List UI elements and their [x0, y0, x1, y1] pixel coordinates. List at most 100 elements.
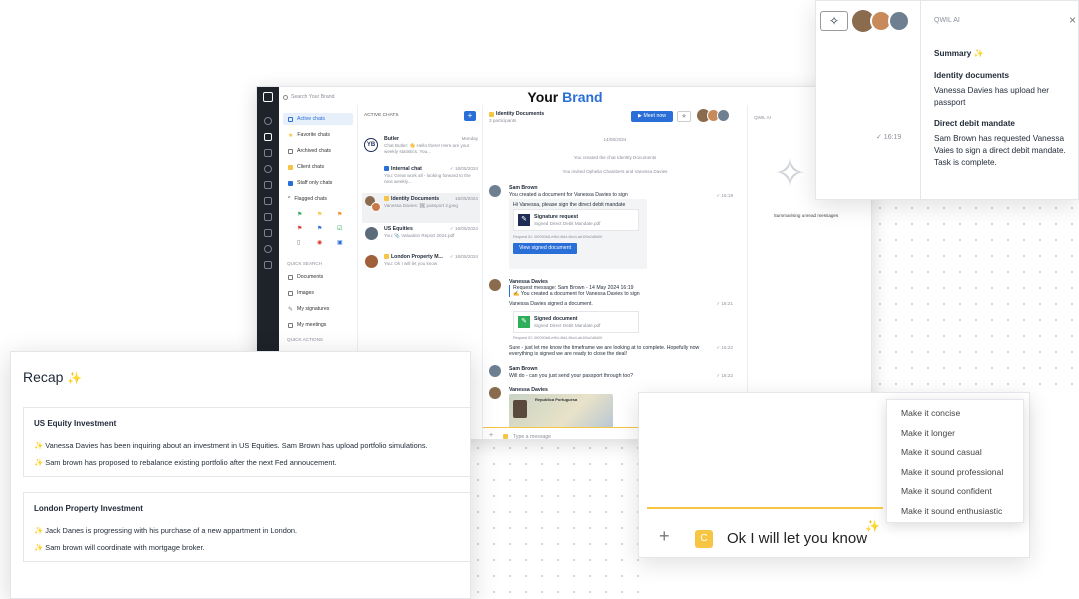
summary-label: Summary	[934, 49, 972, 58]
sidebar-item-label: Active chats	[297, 116, 325, 122]
document-card[interactable]: ✎ Signed document Signed Direct Debit Ma…	[513, 311, 639, 333]
pen-icon: ✎	[288, 306, 294, 313]
list-item[interactable]: Internal chat ✓ 16/05/2024 You: Great wo…	[362, 165, 480, 193]
client-badge-icon: C	[695, 530, 713, 548]
sidebar-item-label: Flagged chats	[294, 196, 327, 202]
thread-date: 14/05/2024	[603, 137, 627, 142]
chat-icon	[288, 116, 293, 122]
close-icon[interactable]: ×	[1069, 13, 1076, 27]
sparkle-icon: ✨	[34, 441, 46, 450]
message-text: Sure - just let me know the timeframe we…	[509, 345, 700, 357]
flag-icon[interactable]: ⚑	[297, 211, 302, 218]
plus-icon[interactable]: +	[489, 432, 493, 439]
chat-icon[interactable]	[264, 133, 272, 141]
sidebar-item-favorite-chats[interactable]: ★ Favorite chats	[283, 129, 353, 141]
menu-item[interactable]: Make it sound professional	[901, 467, 1003, 477]
grid-icon[interactable]	[264, 261, 272, 269]
add-chat-button[interactable]: +	[464, 111, 476, 121]
flag-grid: ⚑ ⚑ ⚑ ⚑ ⚑ ☑ ▯ ◉ ▣	[297, 211, 349, 255]
eye-icon[interactable]: ◉	[317, 239, 322, 246]
document-filename: Signed Direct Debit Mandate.pdf	[534, 221, 601, 226]
sparkle-icon[interactable]	[264, 165, 272, 173]
users-icon[interactable]	[264, 229, 272, 237]
document-card[interactable]: ✎ Signature request Signed Direct Debit …	[513, 209, 639, 231]
sparkle-icon[interactable]: ✨	[865, 519, 880, 533]
staff-badge-icon	[384, 166, 389, 171]
recap-card: US Equity Investment ✨ Vanessa Davies ha…	[23, 407, 472, 477]
pen-icon[interactable]	[264, 213, 272, 221]
document-title: Signed document	[534, 316, 578, 322]
avatar	[365, 255, 378, 268]
ai-sparkle-button[interactable]: ✧	[820, 11, 848, 31]
list-item[interactable]: London Property M... ✓ 16/05/2024 You: O…	[362, 253, 480, 281]
passport-image[interactable]: Republica Portuguesa	[509, 394, 613, 428]
chat-thread: Identity Documents 3 participants ▶ Meet…	[483, 105, 747, 439]
sidebar-item-client-chats[interactable]: Client chats	[283, 161, 353, 173]
flag-icon[interactable]: ⚑	[337, 211, 342, 218]
flag-icon[interactable]: ⚑	[317, 225, 322, 232]
flag-icon[interactable]: ⚑	[317, 211, 322, 218]
home-icon[interactable]	[264, 117, 272, 125]
thread-participants: 3 participants	[489, 118, 517, 123]
quick-search-label-item: My meetings	[297, 322, 327, 328]
summary-section-heading: Identity documents	[934, 71, 1010, 80]
list-item[interactable]: US Equities ✓ 16/05/2024 You: 📎 Valuatio…	[362, 225, 480, 253]
quick-search-signatures[interactable]: ✎ My signatures	[283, 303, 353, 315]
list-item: ✨ Vanessa Davies has been inquiring abou…	[34, 441, 428, 450]
message-input[interactable]: Type a message	[513, 434, 551, 439]
message-time: ✓ 16:19	[876, 134, 902, 141]
message-text: Will do - can you just send your passpor…	[509, 373, 633, 379]
avatar	[371, 202, 381, 212]
bookmark-icon[interactable]: ▯	[297, 239, 300, 246]
menu-item[interactable]: Make it concise	[901, 408, 960, 418]
recap-item-text: Sam brown has proposed to rebalance exis…	[45, 458, 337, 467]
list-item[interactable]: YB Butler Monday Chat Butler: 👋 Hello th…	[362, 135, 480, 163]
view-signed-document-button[interactable]: View signed document	[513, 243, 577, 254]
menu-item[interactable]: Make it sound confident	[901, 486, 992, 496]
sparkle-icon: ✨	[67, 371, 83, 385]
message-time: ✓ 16:22	[716, 345, 733, 350]
chat-time: ✓ 16/05/2024	[449, 166, 478, 171]
message-input[interactable]: Ok I will let you know	[727, 530, 867, 547]
sparkle-icon: ✧	[774, 153, 806, 195]
video-icon[interactable]	[264, 197, 272, 205]
recap-card-heading: London Property Investment	[34, 504, 143, 513]
sidebar-item-label: Archived chats	[297, 148, 332, 154]
calendar-icon[interactable]: ▣	[337, 239, 343, 246]
quick-search-images[interactable]: Images	[283, 287, 353, 299]
chevron-up-icon: ^	[288, 196, 291, 202]
flag-icon[interactable]: ⚑	[297, 225, 302, 232]
sidebar-item-archived-chats[interactable]: Archived chats	[283, 145, 353, 157]
composer-divider	[647, 507, 883, 509]
chat-time: Monday	[461, 136, 478, 141]
quick-search-label-item: Images	[297, 290, 315, 296]
sidebar-item-staff-chats[interactable]: Staff only chats	[283, 177, 353, 189]
meet-now-button[interactable]: ▶ Meet now	[631, 111, 673, 122]
menu-item[interactable]: Make it sound enthusiastic	[901, 506, 1002, 516]
video-icon	[288, 322, 293, 328]
quick-search-label-item: My signatures	[297, 306, 330, 312]
quick-search-documents[interactable]: Documents	[283, 271, 353, 283]
chat-name: US Equities	[384, 226, 413, 232]
document-icon	[288, 274, 293, 280]
contacts-icon[interactable]	[264, 149, 272, 157]
menu-item[interactable]: Make it longer	[901, 428, 955, 438]
message-text: You created a document for Vanessa Davie…	[509, 192, 628, 198]
menu-item[interactable]: Make it sound casual	[901, 447, 982, 457]
chat-time: ✓ 16/05/2024	[449, 226, 478, 231]
list-item-selected[interactable]: Identity Documents 16/05/2024 Vanessa Da…	[362, 193, 480, 223]
check-square-icon[interactable]: ☑	[337, 225, 342, 232]
ai-sparkle-button[interactable]: ✧	[677, 111, 691, 122]
folder-icon[interactable]	[264, 181, 272, 189]
chat-preview: You: 📎 Valuation Report 2024.pdf	[384, 233, 455, 238]
star-icon: ★	[288, 132, 294, 139]
message-sender: Sam Brown	[509, 185, 538, 191]
globe-icon[interactable]	[264, 245, 272, 253]
plus-icon[interactable]: +	[659, 527, 670, 545]
sidebar-item-active-chats[interactable]: Active chats	[283, 113, 353, 125]
quick-search-meetings[interactable]: My meetings	[283, 319, 353, 331]
qwil-pane-status: Summarising unread messages	[773, 213, 839, 218]
system-message: You invited Ophelia Chambers and Vanessa…	[562, 169, 668, 174]
chat-name: Internal chat	[391, 166, 422, 172]
sidebar-item-flagged-chats[interactable]: ^ Flagged chats	[283, 193, 353, 205]
